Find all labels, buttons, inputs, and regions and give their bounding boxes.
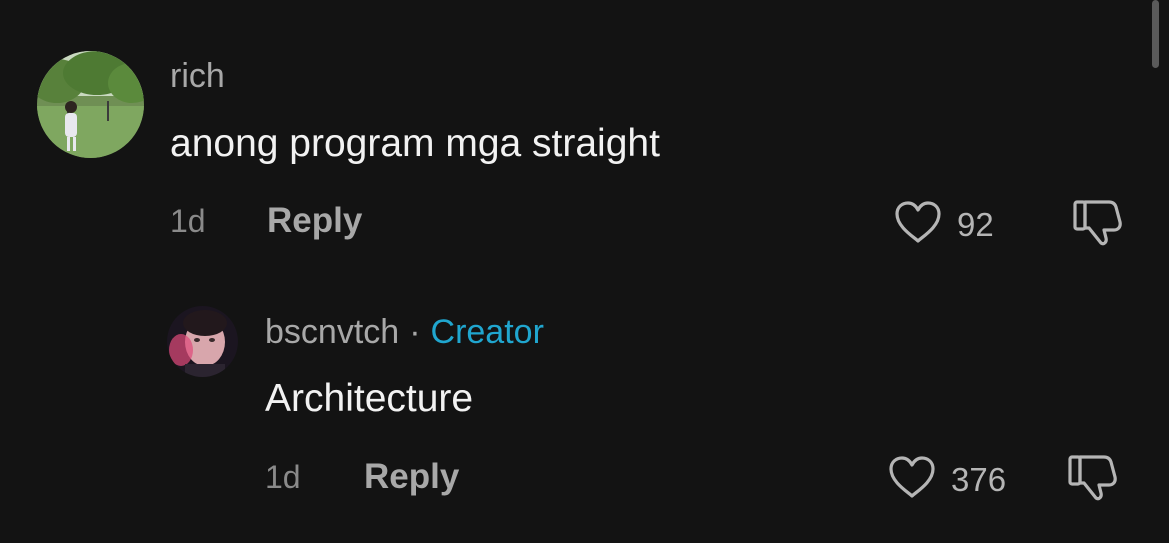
heart-icon bbox=[893, 200, 943, 249]
scrollbar[interactable] bbox=[1152, 0, 1159, 68]
comment-text: anong program mga straight bbox=[170, 122, 660, 165]
like-button[interactable]: 92 bbox=[893, 200, 994, 249]
avatar[interactable] bbox=[37, 51, 144, 158]
dislike-button[interactable] bbox=[1066, 451, 1118, 506]
reply-button[interactable]: Reply bbox=[267, 201, 362, 241]
comment-timestamp: 1d bbox=[170, 203, 206, 239]
comment-username[interactable]: rich bbox=[170, 56, 225, 96]
thumbs-down-icon bbox=[1066, 455, 1118, 505]
reply-username-line: bscnvtch · Creator bbox=[265, 312, 544, 352]
reply-button[interactable]: Reply bbox=[364, 457, 459, 497]
reply-timestamp: 1d bbox=[265, 459, 301, 495]
like-button[interactable]: 376 bbox=[887, 455, 1006, 504]
thumbs-down-icon bbox=[1071, 200, 1123, 250]
reply-username[interactable]: bscnvtch bbox=[265, 313, 399, 351]
like-count: 376 bbox=[951, 460, 1007, 498]
separator-dot: · bbox=[409, 313, 421, 351]
avatar[interactable] bbox=[167, 306, 238, 377]
heart-icon bbox=[887, 455, 937, 504]
reply-text: Architecture bbox=[265, 377, 474, 420]
dislike-button[interactable] bbox=[1071, 196, 1123, 251]
like-count: 92 bbox=[957, 205, 994, 243]
creator-badge: Creator bbox=[430, 313, 544, 351]
